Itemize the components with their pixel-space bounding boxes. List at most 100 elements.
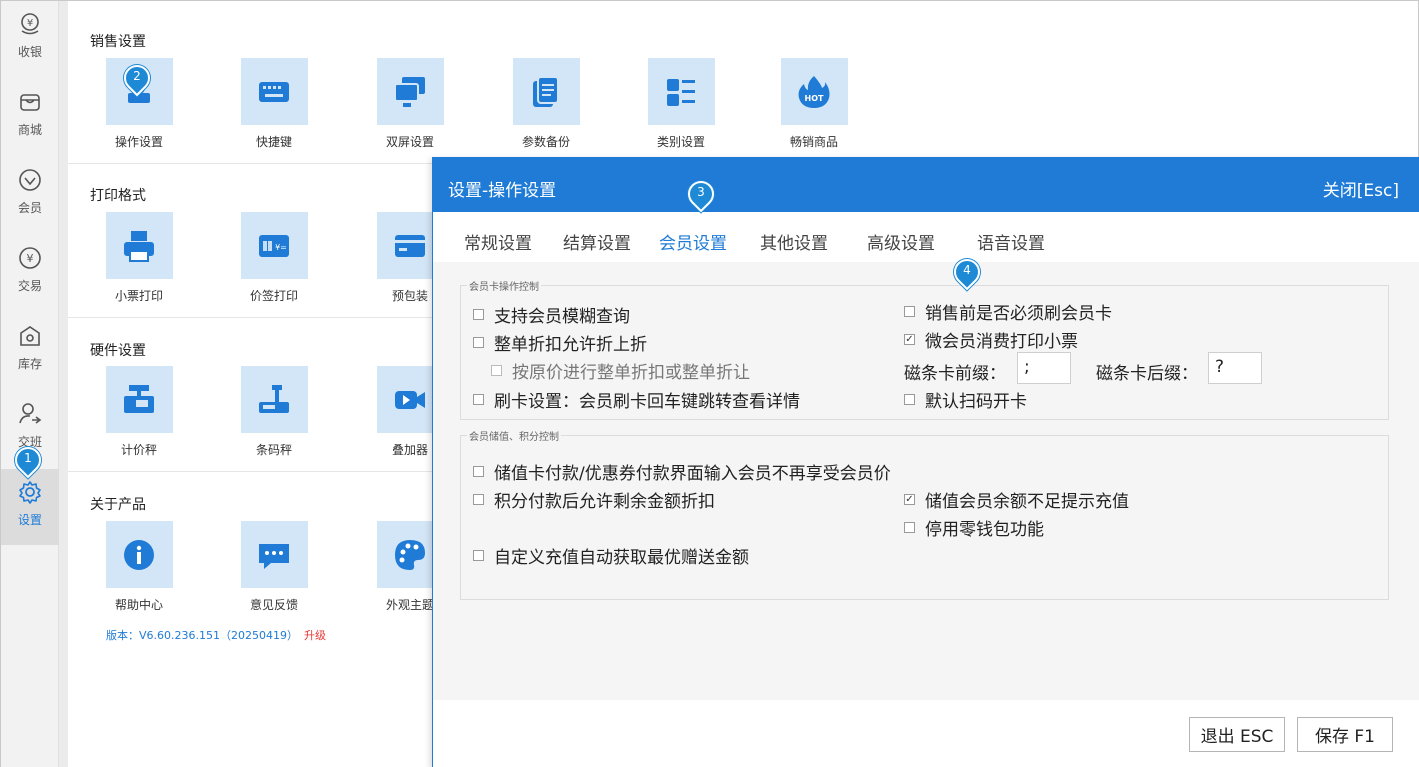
- category-list-icon: [667, 78, 695, 106]
- option-no-member-price-on-card-pay[interactable]: 储值卡付款/优惠券付款界面输入会员不再享受会员价: [473, 459, 891, 484]
- save-button[interactable]: 保存 F1: [1297, 717, 1393, 752]
- checkbox[interactable]: [473, 466, 484, 477]
- tab-general[interactable]: 常规设置: [464, 229, 532, 254]
- svg-text:¥=: ¥=: [275, 243, 287, 252]
- checkbox[interactable]: [473, 309, 484, 320]
- section-title-print: 打印格式: [90, 188, 146, 204]
- document-copy-icon: [533, 75, 559, 107]
- palette-icon: [395, 539, 425, 570]
- sidebar-item-member[interactable]: 会员: [1, 157, 59, 233]
- option-default-scan-open-card[interactable]: 默认扫码开卡: [904, 387, 1027, 412]
- checkbox[interactable]: [473, 494, 484, 505]
- sidebar-item-settings[interactable]: 设置: [1, 469, 59, 545]
- option-discount-on-discount[interactable]: 整单折扣允许折上折: [473, 330, 647, 355]
- tile-label: 条码秤: [255, 443, 292, 457]
- exit-button[interactable]: 退出 ESC: [1189, 717, 1285, 752]
- tile-label: 小票打印: [114, 289, 163, 303]
- checkbox[interactable]: [904, 522, 915, 533]
- tab-member[interactable]: 会员设置: [659, 229, 727, 254]
- checkbox[interactable]: [473, 337, 484, 348]
- sidebar-item-label: 收银: [17, 45, 42, 59]
- scale-icon: [124, 384, 154, 413]
- tab-other[interactable]: 其他设置: [760, 229, 828, 254]
- step-marker: 3: [682, 175, 720, 213]
- tile-feedback[interactable]: 意见反馈: [224, 521, 324, 613]
- option-auto-best-recharge-bonus[interactable]: 自定义充值自动获取最优赠送金额: [473, 543, 749, 568]
- sidebar-item-label: 设置: [17, 513, 42, 527]
- magstripe-prefix-input[interactable]: ;: [1017, 352, 1071, 384]
- hot-flame-icon: HOT: [798, 75, 830, 108]
- option-low-balance-recharge-prompt[interactable]: ✓ 储值会员余额不足提示充值: [904, 487, 1129, 512]
- sidebar-item-label: 会员: [17, 201, 42, 215]
- step-marker: 4: [948, 253, 986, 291]
- upgrade-link[interactable]: 升级: [304, 629, 326, 642]
- tile-barcode-scale[interactable]: 条码秤: [224, 366, 324, 458]
- section-divider: [68, 163, 434, 164]
- tile-pricing-scale[interactable]: 计价秤: [89, 366, 189, 458]
- tile-label: 价签打印: [249, 289, 298, 303]
- tab-checkout[interactable]: 结算设置: [563, 229, 631, 254]
- checkbox-checked[interactable]: ✓: [904, 494, 915, 505]
- tile-label: 计价秤: [120, 443, 157, 457]
- tile-help-center[interactable]: 帮助中心: [89, 521, 189, 613]
- tile-shortcut-keys[interactable]: 快捷键: [224, 58, 324, 150]
- gear-icon: [19, 481, 41, 504]
- magstripe-suffix-label: 磁条卡后缀：: [1096, 364, 1198, 384]
- sidebar-gutter: [59, 1, 68, 767]
- section-title-about: 关于产品: [90, 497, 146, 513]
- tile-label: 双屏设置: [385, 135, 434, 149]
- section-title-hardware: 硬件设置: [90, 343, 146, 359]
- magstripe-suffix-input[interactable]: ?: [1208, 352, 1262, 384]
- option-disable-change-wallet[interactable]: 停用零钱包功能: [904, 515, 1044, 540]
- tile-param-backup[interactable]: 参数备份: [496, 58, 596, 150]
- checkbox[interactable]: [904, 306, 915, 317]
- option-fuzzy-member-search[interactable]: 支持会员模糊查询: [473, 302, 630, 327]
- keyboard-icon: [259, 81, 289, 102]
- tile-label: 畅销商品: [789, 135, 838, 149]
- tile-label: 操作设置: [114, 135, 163, 149]
- shift-icon: [19, 403, 42, 424]
- tile-label: 快捷键: [255, 135, 292, 149]
- sidebar-item-store[interactable]: 商城: [1, 79, 59, 155]
- transaction-icon: ¥: [19, 247, 41, 269]
- option-require-member-card[interactable]: 销售前是否必须刷会员卡: [904, 299, 1112, 324]
- tile-dual-screen[interactable]: 双屏设置: [360, 58, 460, 150]
- sidebar-item-inventory[interactable]: 库存: [1, 313, 59, 389]
- checkbox-checked[interactable]: ✓: [904, 334, 915, 345]
- version-info: 版本：V6.60.236.151（20250419） 升级: [106, 627, 326, 643]
- checkbox[interactable]: [904, 394, 915, 405]
- option-card-swipe-enter-details[interactable]: 刷卡设置：会员刷卡回车键跳转查看详情: [473, 387, 800, 412]
- svg-text:HOT: HOT: [805, 94, 824, 103]
- svg-text:¥: ¥: [27, 252, 34, 265]
- info-icon: [124, 539, 154, 570]
- tab-advanced[interactable]: 高级设置: [867, 229, 935, 254]
- close-button[interactable]: 关闭[Esc]: [1323, 176, 1399, 201]
- tile-label: 类别设置: [656, 135, 705, 149]
- checkbox[interactable]: [473, 550, 484, 561]
- store-icon: [20, 94, 40, 111]
- cashier-icon: ¥: [21, 13, 39, 35]
- sidebar-item-transaction[interactable]: ¥ 交易: [1, 235, 59, 311]
- member-icon: [19, 169, 41, 191]
- section-title-sales: 销售设置: [90, 34, 146, 50]
- settings-dialog: 设置-操作设置 关闭[Esc] 常规设置 结算设置 会员设置 其他设置 高级设置…: [432, 157, 1419, 767]
- app-window: ¥ 收银 商城 会员 ¥ 交易 库存 交班 设置 销售设置 操作设置 快捷键 双…: [0, 0, 1419, 767]
- svg-text:¥: ¥: [27, 18, 33, 29]
- option-points-remaining-discount[interactable]: 积分付款后允许剩余金额折扣: [473, 487, 715, 512]
- dual-screen-icon: [394, 76, 425, 107]
- tile-category-settings[interactable]: 类别设置: [631, 58, 731, 150]
- option-original-price-discount[interactable]: 按原价进行整单折扣或整单折让: [491, 358, 750, 383]
- tile-hot-products[interactable]: HOT 畅销商品: [764, 58, 864, 150]
- barcode-tag-icon: ¥=: [259, 234, 289, 257]
- section-divider: [68, 471, 434, 472]
- option-wechat-member-print-receipt[interactable]: ✓ 微会员消费打印小票: [904, 327, 1078, 352]
- tab-voice[interactable]: 语音设置: [977, 229, 1045, 254]
- chat-bubble-icon: [259, 543, 289, 569]
- dialog-header: 设置-操作设置 关闭[Esc]: [433, 158, 1419, 212]
- dialog-tabs: 常规设置 结算设置 会员设置 其他设置 高级设置 语音设置: [433, 212, 1419, 262]
- tile-price-tag-print[interactable]: ¥= 价签打印: [224, 212, 324, 304]
- sidebar-item-cashier[interactable]: ¥ 收银: [1, 1, 59, 77]
- tile-receipt-print[interactable]: 小票打印: [89, 212, 189, 304]
- checkbox[interactable]: [473, 394, 484, 405]
- checkbox[interactable]: [491, 365, 502, 376]
